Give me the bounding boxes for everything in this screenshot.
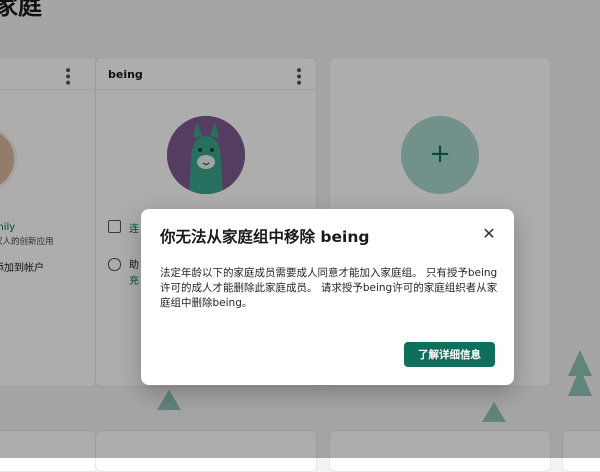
close-icon[interactable]: ✕ — [480, 225, 498, 243]
cannot-remove-dialog: 你无法从家庭组中移除 being ✕ 法定年龄以下的家庭成员需要成人同意才能加入… — [141, 209, 514, 385]
dialog-message: 法定年龄以下的家庭成员需要成人同意才能加入家庭组。 只有授予being许可的成人… — [160, 267, 498, 309]
learn-more-button[interactable]: 了解详细信息 — [404, 342, 495, 367]
dialog-title: 你无法从家庭组中移除 being — [160, 228, 370, 246]
